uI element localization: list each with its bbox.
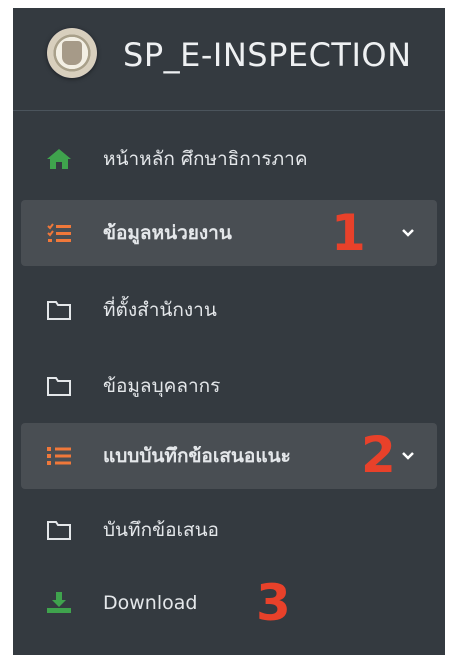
nav-label-home: หน้าหลัก ศึกษาธิการภาค [103, 148, 308, 170]
folder-icon [47, 377, 71, 396]
nav-item-personnel[interactable]: ข้อมูลบุคลากร [21, 353, 437, 419]
nav-label-office: ที่ตั้งสำนักงาน [103, 299, 217, 321]
nav-item-home[interactable]: หน้าหลัก ศึกษาธิการภาค [21, 126, 437, 192]
nav-item-record[interactable]: บันทึกข้อเสนอ [21, 497, 437, 563]
chevron-down-icon[interactable] [401, 226, 415, 240]
annotation-number-1: 1 [331, 204, 366, 262]
folder-icon [47, 521, 71, 540]
nav-label-record: บันทึกข้อเสนอ [103, 519, 219, 541]
home-icon [47, 149, 71, 169]
nav-label-download: Download [103, 592, 198, 614]
nav-item-agency[interactable]: ข้อมูลหน่วยงาน [21, 200, 437, 266]
chevron-down-icon[interactable] [401, 449, 415, 463]
nav-label-personnel: ข้อมูลบุคลากร [103, 375, 221, 397]
list-check-icon [47, 223, 71, 242]
brand-link[interactable]: SP_E-INSPECTION [13, 8, 445, 111]
nav-item-office[interactable]: ที่ตั้งสำนักงาน [21, 277, 437, 343]
sidebar: SP_E-INSPECTION หน้าหลัก ศึกษาธิการภาค ข… [13, 8, 445, 655]
list-icon [47, 447, 71, 465]
annotation-number-2: 2 [361, 426, 396, 484]
folder-icon [47, 301, 71, 320]
brand-title: SP_E-INSPECTION [123, 36, 412, 74]
download-icon [47, 592, 71, 613]
annotation-number-3: 3 [256, 574, 291, 632]
nav-label-agency: ข้อมูลหน่วยงาน [103, 222, 232, 244]
nav-item-download[interactable]: Download [21, 570, 437, 636]
nav-label-form: แบบบันทึกข้อเสนอแนะ [103, 445, 291, 467]
logo [47, 28, 97, 78]
